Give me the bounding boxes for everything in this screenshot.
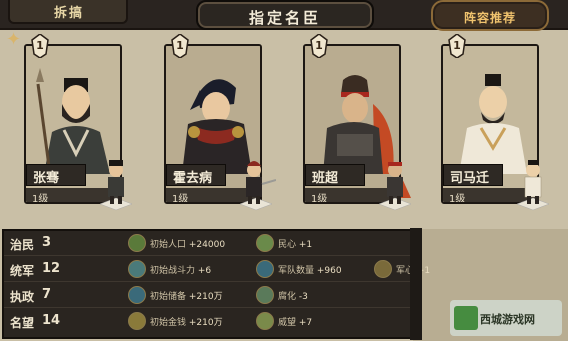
watermark-text: 西城游戏网 [480, 313, 535, 326]
effect-label: 军队数量 +960 [278, 266, 342, 276]
stat-effect: 威望 +7 [256, 312, 366, 332]
chibi-figure-icon [378, 162, 412, 211]
stat-name: 治民 [10, 238, 35, 252]
effect-label: 民心 +1 [278, 240, 313, 250]
chibi-figure-icon [99, 160, 133, 211]
minister-card[interactable]: 司马迁 1级 1 [441, 33, 553, 224]
minister-level: 1级 [311, 194, 328, 204]
minister-card[interactable]: 班超 1级 1 [303, 33, 415, 224]
rank-number: 1 [176, 39, 184, 52]
effect-label: 腐化 -3 [278, 292, 308, 302]
effect-label: 初始储备 +210万 [150, 292, 223, 302]
chibi-figure-icon [516, 160, 550, 211]
stat-value: 3 [42, 235, 52, 250]
minister-level: 1级 [32, 194, 49, 204]
rank-number: 1 [315, 39, 323, 52]
page-title: 指定名臣 [248, 9, 321, 27]
army-morale-icon [374, 260, 392, 278]
watermark-logo-icon [454, 306, 478, 330]
prestige-icon [256, 312, 274, 330]
top-left-tab[interactable]: 拆搞 [8, 0, 128, 24]
rank-badge: 1 [30, 33, 50, 59]
minister-level: 1级 [449, 194, 466, 204]
rank-badge: 1 [309, 33, 329, 59]
stat-value: 14 [42, 313, 61, 328]
minister-name-plate: 霍去病 [166, 164, 226, 186]
stat-effect: 民心 +1 [256, 234, 366, 254]
minister-card[interactable]: 张骞 1级 1 [24, 33, 136, 224]
stats-panel: 治民 3 初始人口 +24000 民心 +1 统军 12 初始战斗力 +6 军队… [2, 229, 430, 339]
stat-effect: 初始人口 +24000 [128, 234, 238, 254]
reserves-icon [128, 286, 146, 304]
stat-value: 12 [42, 261, 61, 276]
stat-effect: 腐化 -3 [256, 286, 366, 306]
minister-name-plate: 班超 [305, 164, 365, 186]
stat-effect: 军队数量 +960 [256, 260, 366, 280]
minister-level: 1级 [172, 194, 189, 204]
chibi-figure-icon [239, 161, 276, 211]
effect-label: 初始人口 +24000 [150, 240, 226, 250]
rank-badge: 1 [170, 33, 190, 59]
population-icon [128, 234, 146, 252]
minister-name-plate: 司马迁 [443, 164, 503, 186]
stat-effect: 初始战斗力 +6 [128, 260, 238, 280]
stat-row: 统军 12 初始战斗力 +6 军队数量 +960 军心 +1 [4, 257, 430, 282]
rank-badge: 1 [447, 33, 467, 59]
rank-number: 1 [453, 39, 461, 52]
army-size-icon [256, 260, 274, 278]
minister-card-strip: 张骞 1级 1 霍去病 1级 1 班超 1级 1 司马迁 1级 1 [0, 33, 568, 224]
combat-power-icon [128, 260, 146, 278]
stat-row: 治民 3 初始人口 +24000 民心 +1 [4, 231, 414, 256]
effect-label: 威望 +7 [278, 318, 313, 328]
title-banner: 指定名臣 [196, 0, 374, 30]
lineup-recommend-button[interactable]: 阵容推荐 [431, 0, 549, 31]
effect-label: 初始战斗力 +6 [150, 266, 212, 276]
stat-row: 执政 7 初始储备 +210万 腐化 -3 [4, 283, 414, 308]
minister-card[interactable]: 霍去病 1级 1 [164, 33, 276, 224]
watermark: 西城游戏网 [450, 300, 562, 336]
stat-name: 统军 [10, 264, 35, 278]
minister-name: 司马迁 [450, 171, 490, 186]
stat-name: 执政 [10, 290, 35, 304]
stat-effect: 初始金钱 +210万 [128, 312, 238, 332]
rank-number: 1 [36, 39, 44, 52]
money-icon [128, 312, 146, 330]
minister-name: 班超 [312, 171, 339, 186]
panel-divider [410, 228, 422, 340]
corruption-icon [256, 286, 274, 304]
stat-effect: 军心 +1 [374, 260, 430, 280]
morale-icon [256, 234, 274, 252]
lineup-recommend-label: 阵容推荐 [463, 11, 516, 25]
minister-name: 张骞 [33, 171, 60, 186]
minister-name: 霍去病 [173, 171, 213, 186]
effect-label: 初始金钱 +210万 [150, 318, 223, 328]
stat-name: 名望 [10, 316, 35, 330]
stat-effect: 初始储备 +210万 [128, 286, 238, 306]
top-left-tab-label: 拆搞 [54, 6, 85, 21]
minister-name-plate: 张骞 [26, 164, 86, 186]
stat-row: 名望 14 初始金钱 +210万 威望 +7 [4, 309, 414, 334]
top-bar: 拆搞 指定名臣 阵容推荐 [0, 0, 568, 31]
stat-value: 7 [42, 287, 52, 302]
